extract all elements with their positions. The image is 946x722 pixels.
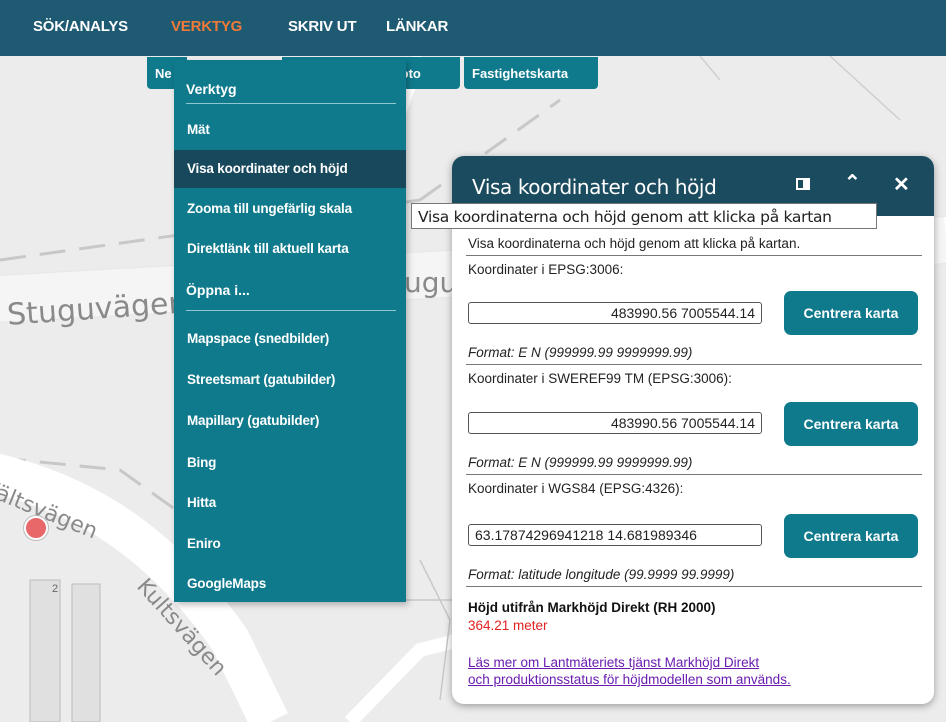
coord-input-epsg3006[interactable] [468, 302, 762, 324]
menu-heading-oppna-i: Öppna i... [186, 282, 250, 298]
center-map-button-3[interactable]: Centrera karta [784, 514, 918, 558]
verktyg-dropdown-menu: Verktyg Mät Visa koordinater och höjd Zo… [174, 60, 406, 602]
menu-heading-verktyg: Verktyg [186, 81, 237, 97]
close-icon[interactable]: ✕ [893, 172, 910, 197]
panel-intro-text: Visa koordinaterna och höjd genom att kl… [468, 236, 801, 251]
markhojd-info-link-line2[interactable]: och produktionsstatus för höjdmodellen s… [468, 672, 791, 687]
menu-item-direktlank[interactable]: Direktlänk till aktuell karta [174, 230, 406, 268]
coord-label-wgs84: Koordinater i WGS84 (EPSG:4326): [468, 481, 684, 496]
map-marker-icon[interactable] [24, 516, 48, 540]
menu-item-visa-koordinater[interactable]: Visa koordinater och höjd [174, 150, 406, 188]
dock-panel-icon[interactable] [796, 178, 810, 190]
menu-item-hitta[interactable]: Hitta [174, 484, 406, 522]
nav-skriv-ut[interactable]: SKRIV UT [288, 18, 357, 35]
coord-input-sweref99[interactable] [468, 412, 762, 434]
house-number-label: 2 [52, 583, 59, 595]
panel-title: Visa koordinater och höjd [472, 175, 717, 199]
top-navigation-bar: SÖK/ANALYS VERKTYG SKRIV UT LÄNKAR [0, 0, 946, 56]
menu-item-zooma-skala[interactable]: Zooma till ungefärlig skala [174, 190, 406, 228]
chevron-up-icon[interactable]: ⌃ [844, 170, 861, 195]
street-label-stuguvagen-fragment: ugu [404, 266, 458, 299]
coord-label-sweref99: Koordinater i SWEREF99 TM (EPSG:3006): [468, 371, 732, 386]
menu-item-streetsmart[interactable]: Streetsmart (gatubilder) [174, 361, 406, 399]
nav-lankar[interactable]: LÄNKAR [386, 18, 448, 35]
height-heading: Höjd utifrån Markhöjd Direkt (RH 2000) [468, 600, 716, 615]
coord-format-hint: Format: latitude longitude (99.9999 99.9… [468, 567, 735, 582]
height-value: 364.21 meter [468, 618, 548, 633]
panel-divider [466, 364, 922, 365]
menu-divider [186, 103, 396, 104]
menu-item-mapillary[interactable]: Mapillary (gatubilder) [174, 402, 406, 440]
panel-divider [466, 474, 922, 475]
coord-input-wgs84[interactable] [468, 524, 762, 546]
menu-divider [186, 310, 396, 311]
nav-verktyg[interactable]: VERKTYG [171, 18, 242, 35]
coord-label-epsg3006: Koordinater i EPSG:3006: [468, 262, 624, 277]
coord-format-hint: Format: E N (999999.99 9999999.99) [468, 345, 693, 360]
coord-format-hint: Format: E N (999999.99 9999999.99) [468, 455, 693, 470]
nav-sok-analys[interactable]: SÖK/ANALYS [33, 18, 128, 35]
panel-divider [466, 255, 922, 256]
menu-item-googlemaps[interactable]: GoogleMaps [174, 565, 406, 603]
coordinates-panel: Visa koordinater och höjd ⌃ ✕ Visa koord… [452, 156, 934, 704]
menu-item-bing[interactable]: Bing [174, 444, 406, 482]
menu-item-mat[interactable]: Mät [174, 111, 406, 149]
tooltip: Visa koordinaterna och höjd genom att kl… [411, 203, 877, 229]
center-map-button-2[interactable]: Centrera karta [784, 402, 918, 446]
basemap-button-fastighetskarta[interactable]: Fastighetskarta [464, 57, 598, 89]
menu-item-mapspace[interactable]: Mapspace (snedbilder) [174, 320, 406, 358]
markhojd-info-link-line1[interactable]: Läs mer om Lantmäteriets tjänst Markhöjd… [468, 655, 759, 670]
center-map-button-1[interactable]: Centrera karta [784, 291, 918, 335]
menu-item-eniro[interactable]: Eniro [174, 525, 406, 563]
panel-divider [466, 586, 922, 587]
